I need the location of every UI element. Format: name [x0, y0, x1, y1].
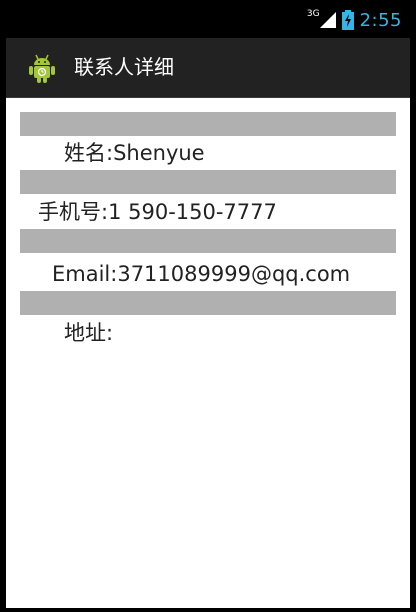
section-divider: [20, 291, 396, 315]
network-type-label: 3G: [306, 9, 320, 19]
contact-address: 地址:: [64, 321, 114, 345]
section-divider: [20, 112, 396, 136]
contact-name: 姓名:Shenyue: [64, 141, 205, 165]
contact-email: Email:3711089999@qq.com: [52, 262, 351, 286]
android-robot-icon[interactable]: [26, 52, 58, 84]
bottom-edge: [0, 608, 416, 612]
signal-bars-icon: [319, 12, 336, 28]
device-frame: 3G 2:55 联系人详细 姓名:Shenyue 手机号:1 590-150-7…: [0, 0, 416, 612]
battery-charging-icon: [341, 10, 354, 30]
page-title: 联系人详细: [74, 55, 174, 79]
clock: 2:55: [359, 9, 402, 31]
status-indicators: 3G 2:55: [301, 8, 402, 32]
contact-detail-panel: 姓名:Shenyue 手机号:1 590-150-7777 Email:3711…: [6, 98, 410, 608]
status-bar: 3G 2:55: [0, 0, 416, 38]
contact-phone: 手机号:1 590-150-7777: [38, 200, 277, 224]
section-divider: [20, 170, 396, 194]
action-bar: 联系人详细: [6, 38, 410, 98]
section-divider: [20, 229, 396, 253]
